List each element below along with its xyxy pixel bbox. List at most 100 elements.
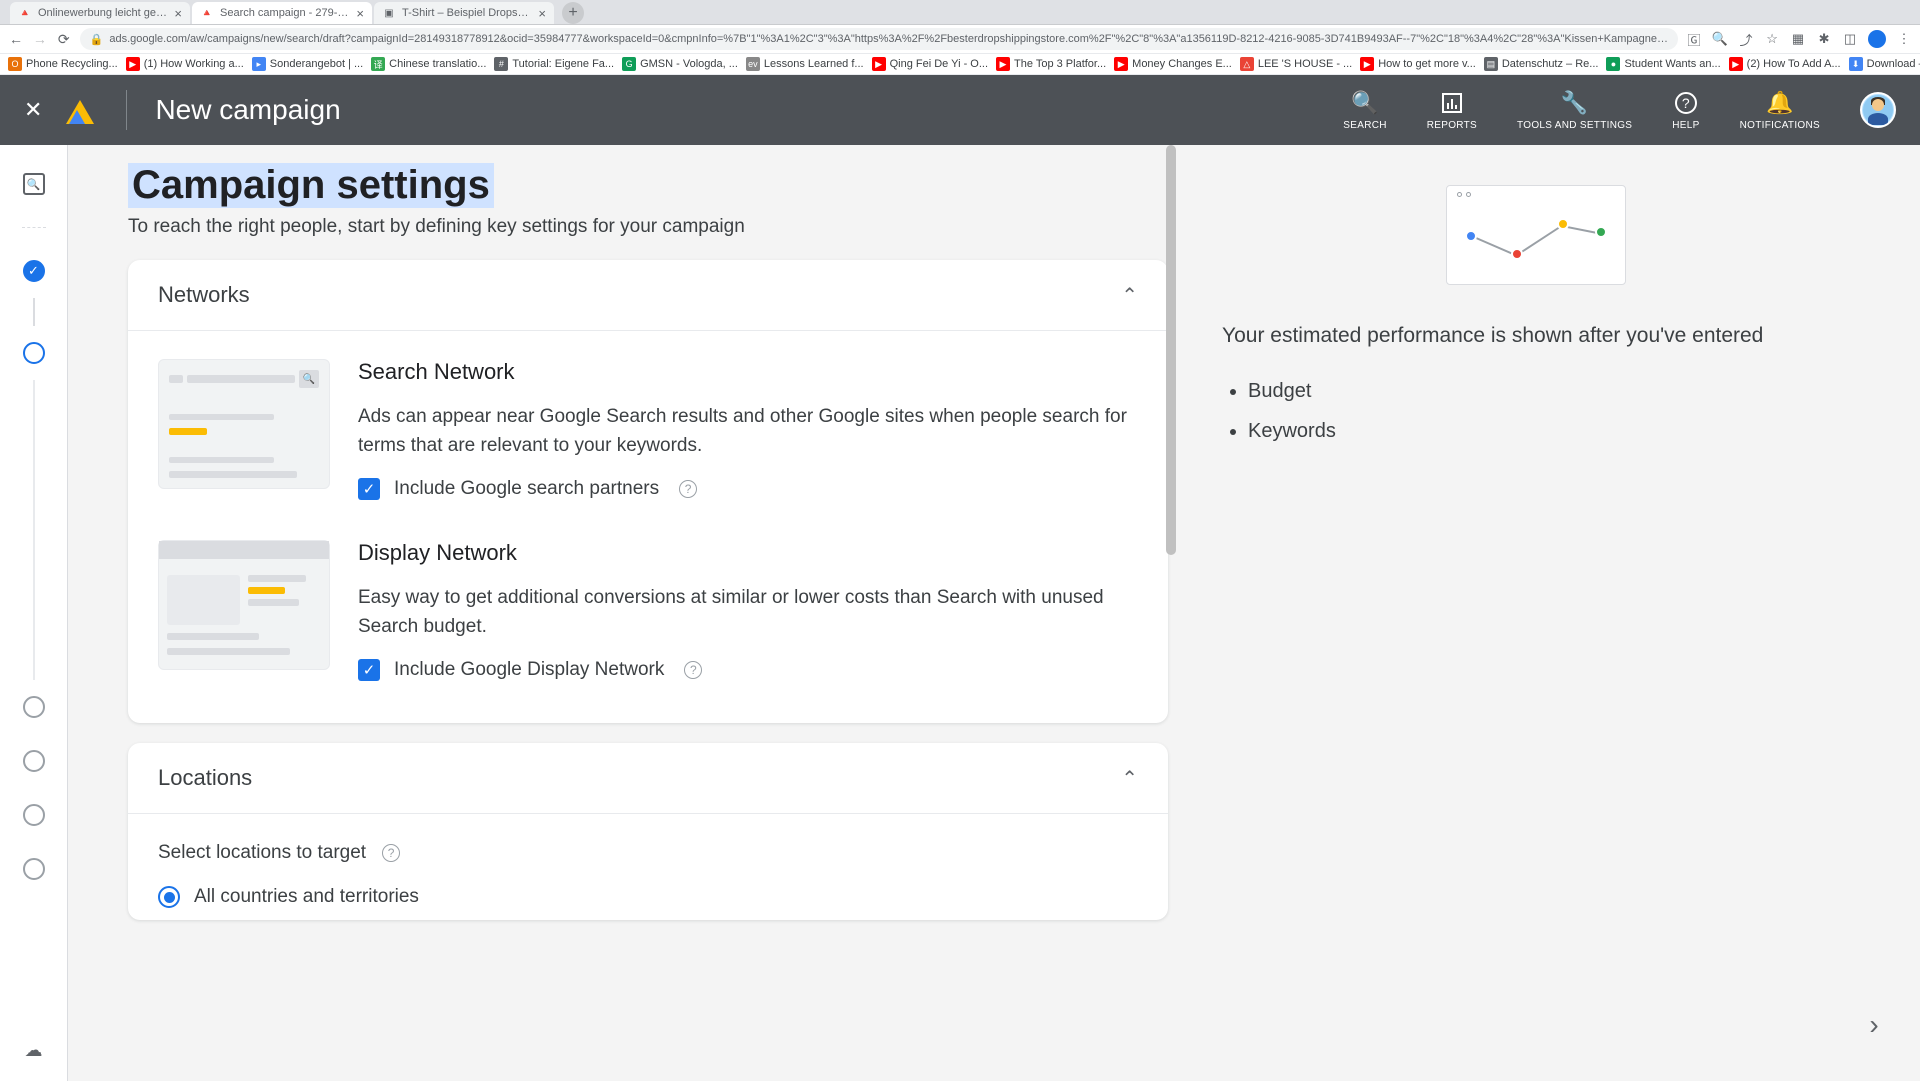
tab-favicon: 🔺 <box>200 6 214 20</box>
search-icon: 🔍 <box>1351 90 1379 116</box>
bookmark-item[interactable]: ▶Qing Fei De Yi - O... <box>872 57 988 71</box>
google-ads-logo <box>66 94 98 126</box>
star-icon[interactable]: ☆ <box>1764 31 1780 47</box>
step-completed[interactable]: ✓ <box>23 260 45 282</box>
display-network-checkbox[interactable]: ✓ <box>358 659 380 681</box>
list-item: Keywords <box>1248 411 1850 451</box>
search-network-desc: Ads can appear near Google Search result… <box>358 403 1138 460</box>
checkbox-label: Include Google search partners <box>394 478 659 500</box>
help-icon[interactable]: ? <box>382 844 400 862</box>
action-label: TOOLS AND SETTINGS <box>1517 120 1632 131</box>
tablist-icon[interactable]: ◫ <box>1842 31 1858 47</box>
location-radio-all[interactable] <box>158 886 180 908</box>
translate-icon[interactable]: 🄶 <box>1686 31 1702 47</box>
url-text: ads.google.com/aw/campaigns/new/search/d… <box>109 33 1668 45</box>
bookmark-item[interactable]: ▶How to get more v... <box>1360 57 1476 71</box>
close-icon[interactable]: × <box>356 6 364 21</box>
step-pending[interactable] <box>23 804 45 826</box>
tab-title: Onlinewerbung leicht gemacht <box>38 7 168 19</box>
locations-subtitle: Select locations to target <box>158 842 366 864</box>
bookmark-item[interactable]: △LEE 'S HOUSE - ... <box>1240 57 1352 71</box>
bookmark-item[interactable]: OPhone Recycling... <box>8 57 118 71</box>
estimate-illustration <box>1446 185 1626 285</box>
close-icon[interactable]: × <box>174 6 182 21</box>
search-button[interactable]: 🔍 SEARCH <box>1343 90 1386 131</box>
next-button[interactable]: › <box>1852 1003 1896 1047</box>
section-subtitle: To reach the right people, start by defi… <box>128 216 1168 238</box>
reload-button[interactable]: ⟳ <box>56 29 72 49</box>
close-button[interactable]: ✕ <box>24 97 42 123</box>
bookmark-item[interactable]: ▶Money Changes E... <box>1114 57 1232 71</box>
share-icon[interactable]: ⤴ <box>1738 31 1754 47</box>
card-title: Networks <box>158 282 250 308</box>
networks-card: Networks ⌃ 🔍 <box>128 260 1168 723</box>
chevron-up-icon[interactable]: ⌃ <box>1121 283 1138 308</box>
step-pending[interactable] <box>23 858 45 880</box>
help-button[interactable]: ? HELP <box>1672 90 1699 131</box>
radio-label: All countries and territories <box>194 886 419 908</box>
estimate-text: Your estimated performance is shown afte… <box>1222 321 1850 351</box>
bookmark-item[interactable]: ▶(2) How To Add A... <box>1729 57 1841 71</box>
card-header[interactable]: Locations ⌃ <box>128 743 1168 814</box>
app-header: ✕ New campaign 🔍 SEARCH REPORTS 🔧 TOOLS … <box>0 75 1920 145</box>
search-icon[interactable]: 🔍 <box>1712 31 1728 47</box>
browser-tab[interactable]: ▣ T-Shirt – Beispiel Dropshipping × <box>374 2 554 24</box>
address-bar[interactable]: 🔒 ads.google.com/aw/campaigns/new/search… <box>80 28 1678 50</box>
bookmark-item[interactable]: ▤Datenschutz – Re... <box>1484 57 1599 71</box>
search-network-title: Search Network <box>358 359 1138 385</box>
menu-icon[interactable]: ⋮ <box>1896 31 1912 47</box>
display-network-desc: Easy way to get additional conversions a… <box>358 584 1138 641</box>
step-pending[interactable] <box>23 696 45 718</box>
page-title: New campaign <box>155 94 340 126</box>
display-network-illustration <box>158 540 330 670</box>
notifications-button[interactable]: 🔔 NOTIFICATIONS <box>1740 90 1820 131</box>
bookmark-item[interactable]: ▶(1) How Working a... <box>126 57 244 71</box>
back-button[interactable]: ← <box>8 29 24 49</box>
bookmark-item[interactable]: 译Chinese translatio... <box>371 57 486 71</box>
action-label: HELP <box>1672 120 1699 131</box>
help-icon[interactable]: ? <box>679 480 697 498</box>
browser-tab-active[interactable]: 🔺 Search campaign - 279-560-1 × <box>192 2 372 24</box>
puzzle-icon[interactable]: ✱ <box>1816 31 1832 47</box>
reports-button[interactable]: REPORTS <box>1427 90 1477 131</box>
bookmark-item[interactable]: evLessons Learned f... <box>746 57 864 71</box>
bookmark-item[interactable]: ▸Sonderangebot | ... <box>252 57 363 71</box>
bookmark-item[interactable]: ●Student Wants an... <box>1606 57 1720 71</box>
close-icon[interactable]: × <box>538 6 546 21</box>
checkbox-label: Include Google Display Network <box>394 659 664 681</box>
scrollbar[interactable] <box>1166 145 1176 555</box>
new-tab-button[interactable]: + <box>562 2 584 24</box>
step-current[interactable] <box>23 342 45 364</box>
browser-tab[interactable]: 🔺 Onlinewerbung leicht gemacht × <box>10 2 190 24</box>
cloud-icon[interactable]: ☁ <box>25 1040 43 1061</box>
browser-toolbar: ← → ⟳ 🔒 ads.google.com/aw/campaigns/new/… <box>0 25 1920 53</box>
bookmark-item[interactable]: ▶The Top 3 Platfor... <box>996 57 1106 71</box>
chevron-up-icon[interactable]: ⌃ <box>1121 766 1138 791</box>
divider <box>126 90 127 130</box>
overview-step-icon[interactable]: 🔍 <box>23 173 45 195</box>
bookmark-item[interactable]: #Tutorial: Eigene Fa... <box>494 57 614 71</box>
step-pending[interactable] <box>23 750 45 772</box>
estimate-list: Budget Keywords <box>1222 371 1850 451</box>
forward-button[interactable]: → <box>32 29 48 49</box>
tab-title: Search campaign - 279-560-1 <box>220 7 350 19</box>
lock-icon: 🔒 <box>90 33 104 46</box>
search-partners-checkbox[interactable]: ✓ <box>358 478 380 500</box>
action-label: REPORTS <box>1427 120 1477 131</box>
locations-card: Locations ⌃ Select locations to target ?… <box>128 743 1168 920</box>
help-icon[interactable]: ? <box>684 661 702 679</box>
profile-icon[interactable] <box>1868 30 1886 48</box>
browser-tab-strip: 🔺 Onlinewerbung leicht gemacht × 🔺 Searc… <box>0 0 1920 25</box>
bookmark-item[interactable]: GGMSN - Vologda, ... <box>622 57 738 71</box>
tools-button[interactable]: 🔧 TOOLS AND SETTINGS <box>1517 90 1632 131</box>
tab-title: T-Shirt – Beispiel Dropshipping <box>402 7 532 19</box>
estimate-panel: Your estimated performance is shown afte… <box>1168 145 1920 1081</box>
search-network-illustration: 🔍 <box>158 359 330 489</box>
avatar[interactable] <box>1860 92 1896 128</box>
bookmark-item[interactable]: ⬇Download – Cooki... <box>1849 57 1920 71</box>
display-network-title: Display Network <box>358 540 1138 566</box>
card-header[interactable]: Networks ⌃ <box>128 260 1168 331</box>
extension-icon[interactable]: ▦ <box>1790 31 1806 47</box>
help-icon: ? <box>1675 90 1697 116</box>
left-stepper-rail: 🔍 ✓ ☁ <box>0 145 68 1081</box>
